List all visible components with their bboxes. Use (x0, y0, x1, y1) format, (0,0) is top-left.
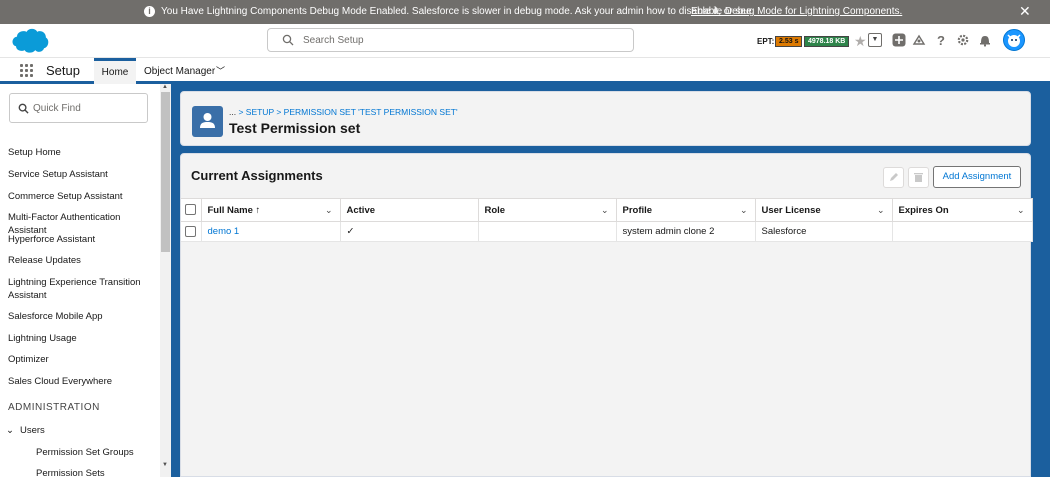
column-label: Full Name ↑ (207, 204, 261, 216)
notifications-bell-icon[interactable] (978, 33, 992, 47)
chevron-down-icon[interactable]: ﹀ (216, 64, 225, 77)
page-header: ... > SETUP > PERMISSION SET 'TEST PERMI… (180, 91, 1031, 146)
chevron-down-icon[interactable]: ⌄ (1017, 205, 1025, 216)
column-active[interactable]: Active (340, 198, 479, 222)
app-launcher-icon[interactable] (20, 64, 34, 78)
scrollbar-thumb[interactable] (161, 92, 170, 252)
page-title: Test Permission set (229, 120, 361, 136)
role-cell (478, 221, 617, 242)
sidebar-item-permission-set-groups[interactable]: Permission Set Groups (36, 446, 171, 459)
card-title: Current Assignments (191, 168, 323, 183)
table-header-row: Full Name ↑ ⌄ Active Role ⌄ Profile ⌄ User … (181, 198, 1033, 222)
column-label: User License (761, 204, 821, 216)
chevron-down-icon[interactable]: ⌄ (601, 205, 609, 216)
setup-sidebar: Quick Find Setup Home Service Setup Assi… (0, 84, 171, 477)
search-icon (18, 103, 29, 114)
info-icon: i (144, 6, 155, 17)
column-label: Profile (622, 204, 653, 216)
help-icon[interactable]: ? (934, 33, 948, 47)
column-label: Role (484, 204, 506, 216)
sidebar-item-service-setup-assistant[interactable]: Service Setup Assistant (8, 168, 160, 181)
svg-text:?: ? (937, 33, 945, 47)
quick-find-placeholder: Quick Find (33, 103, 81, 114)
sidebar-item-permission-sets[interactable]: Permission Sets (36, 467, 171, 477)
scroll-down-icon[interactable]: ▼ (162, 462, 168, 468)
assignments-table: Full Name ↑ ⌄ Active Role ⌄ Profile ⌄ User … (181, 198, 1033, 242)
breadcrumb: ... > SETUP > PERMISSION SET 'TEST PERMI… (229, 107, 458, 117)
expires-on-cell (892, 221, 1033, 242)
tab-object-manager[interactable]: Object Manager (144, 66, 215, 77)
edit-button[interactable] (883, 167, 904, 188)
sidebar-item-sales-cloud-everywhere[interactable]: Sales Cloud Everywhere (8, 375, 160, 388)
sidebar-item-release-updates[interactable]: Release Updates (8, 254, 160, 267)
search-icon (282, 34, 294, 46)
close-icon[interactable]: ✕ (1019, 3, 1031, 19)
sidebar-item-lightning-transition-assistant[interactable]: Lightning Experience Transition Assistan… (8, 276, 148, 302)
column-label: Active (346, 204, 376, 216)
chevron-down-icon[interactable]: ⌄ (325, 205, 333, 216)
avatar-icon (1007, 34, 1021, 47)
tab-home[interactable]: Home (94, 58, 136, 84)
ept-label: EPT: (757, 37, 775, 46)
select-all-header (181, 198, 202, 222)
select-all-checkbox[interactable] (185, 204, 196, 216)
breadcrumb-path[interactable]: > SETUP > PERMISSION SET 'TEST PERMISSIO… (236, 107, 457, 117)
chevron-down-icon[interactable]: ⌄ (6, 424, 18, 437)
delete-button[interactable] (908, 167, 929, 188)
sidebar-section-administration: ADMINISTRATION (8, 402, 100, 413)
debug-banner: i You Have Lightning Components Debug Mo… (0, 0, 1050, 24)
quick-find-input[interactable]: Quick Find (9, 93, 148, 123)
user-link[interactable]: demo 1 (208, 226, 240, 237)
sidebar-item-users[interactable]: Users (20, 424, 171, 437)
chevron-down-icon[interactable]: ⌄ (877, 205, 885, 216)
search-setup-input[interactable]: Search Setup (267, 28, 634, 52)
debug-mode-link[interactable]: Enable Debug Mode for Lightning Componen… (691, 6, 902, 17)
main-content: ... > SETUP > PERMISSION SET 'TEST PERMI… (180, 91, 1033, 477)
column-profile[interactable]: Profile ⌄ (616, 198, 756, 222)
user-icon (192, 106, 223, 137)
row-checkbox[interactable] (185, 225, 196, 237)
context-nav: Setup Home Object Manager ﹀ (0, 58, 1050, 84)
column-role[interactable]: Role ⌄ (478, 198, 617, 222)
column-expires-on[interactable]: Expires On ⌄ (892, 198, 1033, 222)
add-assignment-button[interactable]: Add Assignment (933, 166, 1021, 188)
scroll-up-icon[interactable]: ▲ (162, 84, 168, 90)
current-assignments-card: Current Assignments Add Assignment Full … (180, 153, 1033, 477)
sidebar-item-optimizer[interactable]: Optimizer (8, 353, 160, 366)
sidebar-item-lightning-usage[interactable]: Lightning Usage (8, 332, 160, 345)
trash-icon (914, 173, 923, 182)
debug-banner-message: You Have Lightning Components Debug Mode… (161, 6, 752, 17)
active-cell: ✓ (340, 221, 479, 242)
column-label: Expires On (898, 204, 949, 216)
global-header: Search Setup EPT: 2.53 s 4978.18 KB ★ ▼ … (0, 24, 1050, 58)
sidebar-item-hyperforce-assistant[interactable]: Hyperforce Assistant (8, 233, 160, 246)
user-license-cell: Salesforce (755, 221, 893, 242)
search-placeholder: Search Setup (303, 35, 364, 46)
trailhead-icon[interactable] (912, 33, 926, 47)
global-actions-icon[interactable] (892, 33, 906, 47)
profile-cell: system admin clone 2 (616, 221, 756, 242)
full-name-cell: demo 1 (201, 221, 341, 242)
ept-badge: 2.53 s (775, 36, 803, 47)
app-name: Setup (46, 63, 80, 78)
column-full-name[interactable]: Full Name ↑ ⌄ (201, 198, 341, 222)
page-size-badge: 4978.18 KB (804, 36, 850, 47)
pencil-icon (890, 173, 898, 181)
row-select-cell (181, 221, 202, 242)
favorites-dropdown-icon[interactable]: ▼ (868, 33, 882, 47)
sidebar-item-commerce-setup-assistant[interactable]: Commerce Setup Assistant (8, 190, 160, 203)
gear-icon[interactable] (956, 33, 970, 47)
user-avatar[interactable] (1003, 29, 1025, 51)
column-user-license[interactable]: User License ⌄ (755, 198, 893, 222)
favorites-star-icon[interactable]: ★ (854, 33, 867, 50)
table-row: demo 1 ✓ system admin clone 2 Salesforce (181, 221, 1033, 242)
salesforce-logo[interactable] (11, 27, 50, 54)
check-icon: ✓ (346, 226, 355, 237)
sidebar-item-setup-home[interactable]: Setup Home (8, 146, 160, 159)
chevron-down-icon[interactable]: ⌄ (740, 205, 748, 216)
sidebar-item-salesforce-mobile-app[interactable]: Salesforce Mobile App (8, 310, 160, 323)
tab-home-label: Home (101, 67, 129, 78)
sidebar-scrollbar[interactable]: ▲ ▼ (160, 84, 171, 477)
